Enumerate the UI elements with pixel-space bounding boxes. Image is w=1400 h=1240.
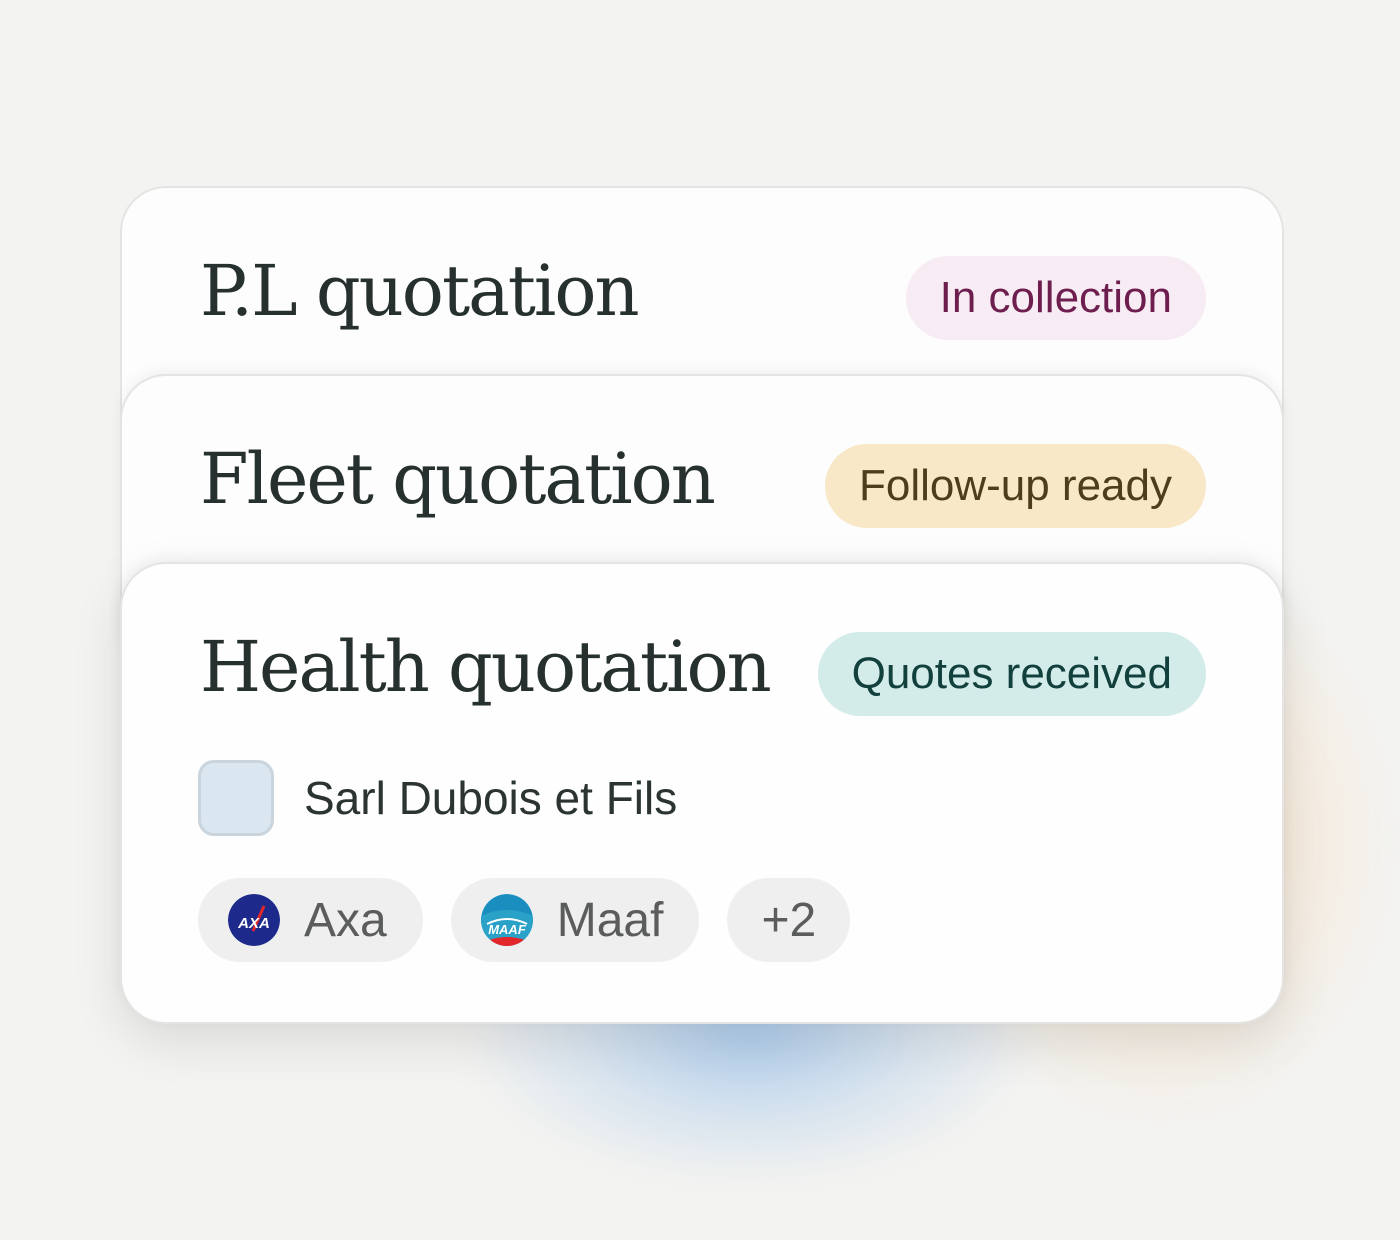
status-badge: Quotes received <box>817 632 1206 716</box>
card-title: Fleet quotation <box>200 438 716 520</box>
insurer-chips: AXA Axa MAAF Maaf +2 <box>198 878 878 962</box>
quotation-card-health[interactable]: Health quotation Quotes received Sarl Du… <box>120 562 1284 1024</box>
maaf-logo-icon: MAAF <box>480 894 533 946</box>
status-badge: Follow-up ready <box>824 444 1206 528</box>
more-insurers-count: +2 <box>761 893 817 947</box>
svg-text:MAAF: MAAF <box>488 922 527 937</box>
insurer-name: Maaf <box>556 893 664 947</box>
axa-logo-icon: AXA <box>228 894 280 946</box>
company-placeholder-icon <box>198 760 274 836</box>
card-title: Health quotation <box>200 626 772 708</box>
more-insurers-chip[interactable]: +2 <box>727 878 851 962</box>
company-row[interactable]: Sarl Dubois et Fils <box>198 758 677 838</box>
insurer-chip-axa[interactable]: AXA Axa <box>198 878 423 962</box>
insurer-name: Axa <box>304 893 387 947</box>
company-name: Sarl Dubois et Fils <box>304 772 678 824</box>
card-title: P.L quotation <box>200 250 640 332</box>
status-badge: In collection <box>905 256 1206 340</box>
svg-text:AXA: AXA <box>237 915 270 932</box>
insurer-chip-maaf[interactable]: MAAF Maaf <box>450 878 700 962</box>
